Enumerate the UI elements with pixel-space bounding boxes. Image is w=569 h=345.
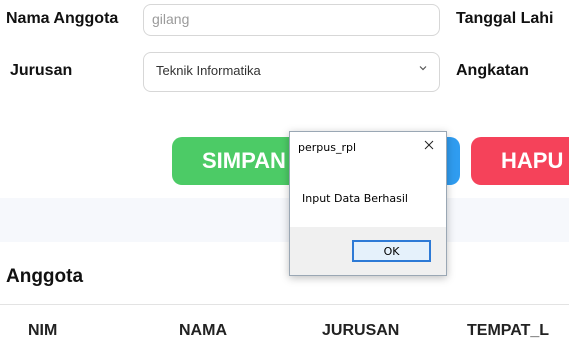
tanggal-lahir-label: Tanggal Lahi (456, 10, 554, 27)
hapus-button[interactable]: HAPU (471, 137, 569, 185)
ok-button[interactable]: OK (352, 240, 431, 262)
message-dialog: perpus_rpl Input Data Berhasil OK (289, 131, 447, 276)
hapus-label: HAPU (501, 148, 564, 173)
dialog-message: Input Data Berhasil (302, 192, 408, 205)
separator-strip (0, 198, 569, 242)
column-header-nim: NIM (28, 322, 58, 339)
dialog-title: perpus_rpl (298, 141, 357, 154)
section-title: Anggota (6, 266, 84, 287)
chevron-down-icon (419, 66, 427, 71)
column-header-jurusan: JURUSAN (322, 322, 400, 339)
ok-label: OK (383, 244, 400, 258)
nama-anggota-label: Nama Anggota (6, 10, 119, 27)
nama-anggota-input[interactable]: gilang (143, 4, 440, 36)
angkatan-label: Angkatan (456, 62, 529, 79)
nama-anggota-value: gilang (152, 11, 190, 27)
simpan-button[interactable]: SIMPAN (172, 137, 302, 185)
dialog-footer: OK (290, 227, 446, 275)
jurusan-value: Teknik Informatika (156, 63, 261, 78)
column-header-nama: NAMA (179, 322, 227, 339)
simpan-label: SIMPAN (202, 148, 286, 173)
jurusan-label: Jurusan (10, 62, 73, 79)
close-icon[interactable] (422, 138, 436, 152)
table-divider (0, 304, 569, 305)
column-header-tempat: TEMPAT_L (467, 322, 550, 339)
jurusan-select[interactable]: Teknik Informatika (143, 52, 440, 92)
